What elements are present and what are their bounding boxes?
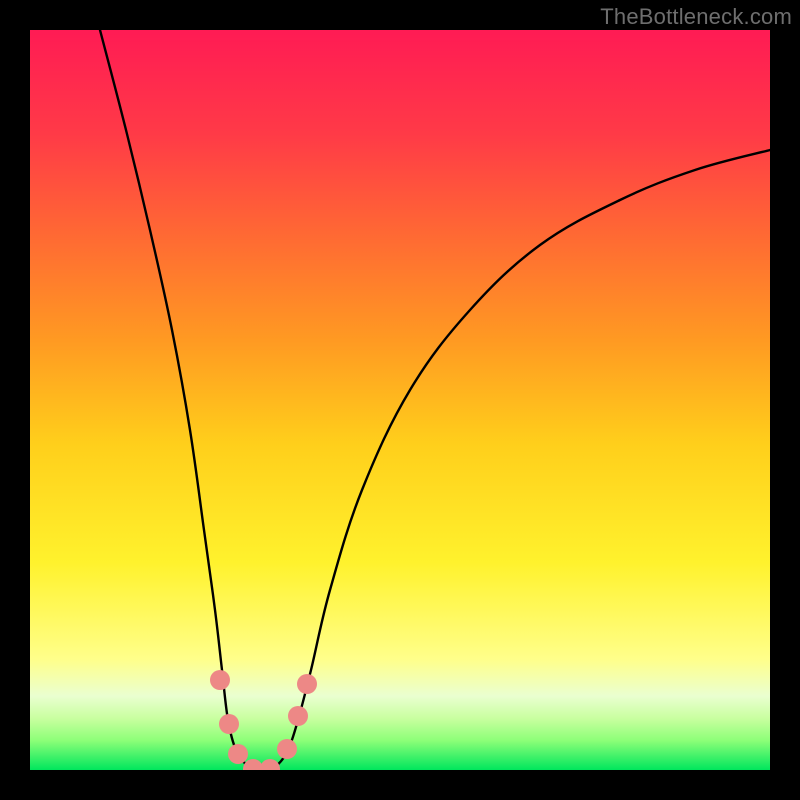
plot-area — [30, 30, 770, 770]
marker-1 — [219, 714, 239, 734]
marker-3 — [243, 759, 263, 770]
marker-7 — [297, 674, 317, 694]
marker-6 — [288, 706, 308, 726]
marker-0 — [210, 670, 230, 690]
marker-group — [210, 670, 317, 770]
watermark-text: TheBottleneck.com — [600, 4, 792, 30]
curve-right-branch — [262, 150, 770, 770]
chart-frame: TheBottleneck.com — [0, 0, 800, 800]
curve-left-branch — [100, 30, 262, 770]
marker-4 — [260, 759, 280, 770]
marker-2 — [228, 744, 248, 764]
curve-layer — [30, 30, 770, 770]
marker-5 — [277, 739, 297, 759]
